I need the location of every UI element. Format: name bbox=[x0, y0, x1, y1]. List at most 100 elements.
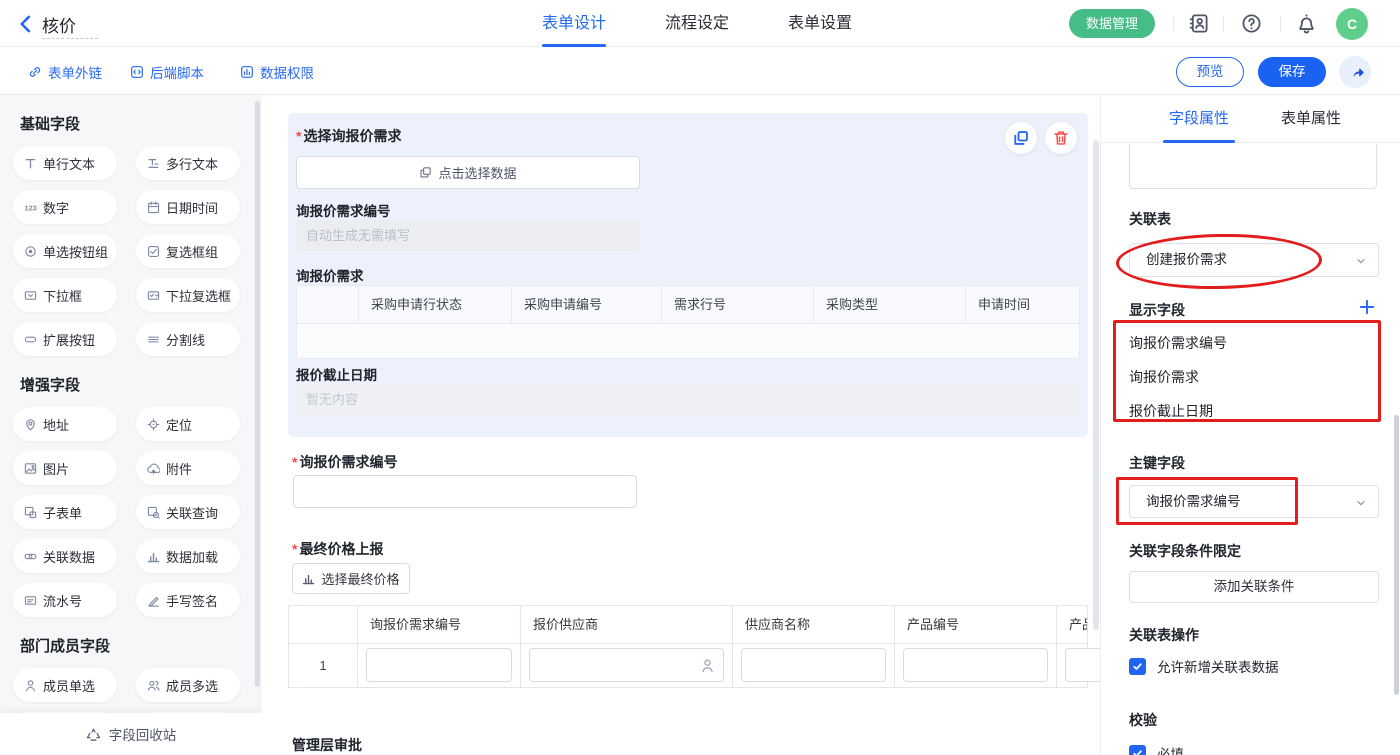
share-arrow-icon bbox=[1347, 64, 1364, 81]
field-title-input[interactable] bbox=[1129, 144, 1377, 189]
field-button-divider[interactable]: 分割线 bbox=[136, 322, 240, 356]
field-button-extend-button[interactable]: 扩展按钮 bbox=[13, 322, 117, 356]
cell-input[interactable] bbox=[1065, 648, 1100, 682]
help-icon[interactable] bbox=[1241, 13, 1262, 34]
single-text-icon bbox=[24, 157, 37, 170]
back-icon[interactable] bbox=[16, 14, 36, 34]
canvas-scrollbar[interactable] bbox=[1093, 140, 1099, 630]
copy-icon bbox=[1013, 130, 1029, 146]
tab-form-design[interactable]: 表单设计 bbox=[542, 0, 606, 47]
serial-input[interactable] bbox=[293, 475, 637, 508]
row-index-cell: 1 bbox=[289, 644, 358, 687]
selected-field-block[interactable]: *选择询报价需求 点击选择数据 询报价需求编号 自动生成无需填写 询报价需求 采… bbox=[288, 113, 1088, 437]
primary-key-select[interactable]: 询报价需求编号 bbox=[1129, 485, 1379, 518]
display-fields-label: 显示字段 bbox=[1129, 300, 1185, 320]
field-recycle-bin[interactable]: 字段回收站 bbox=[0, 713, 262, 755]
deadline-disabled-input: 暂无内容 bbox=[296, 384, 1080, 416]
final-price-table-row: 1 bbox=[289, 643, 1087, 687]
tab-form-properties[interactable]: 表单属性 bbox=[1281, 95, 1341, 143]
share-button[interactable] bbox=[1339, 56, 1371, 88]
display-field-item[interactable]: 报价截止日期 bbox=[1129, 401, 1213, 421]
field-button-member-single[interactable]: 成员单选 bbox=[13, 668, 117, 702]
field-button-select[interactable]: 下拉框 bbox=[13, 278, 117, 312]
cell-input-supplier[interactable] bbox=[529, 648, 724, 682]
display-field-item[interactable]: 询报价需求编号 bbox=[1129, 333, 1227, 353]
cell-input[interactable] bbox=[903, 648, 1048, 682]
script-icon bbox=[130, 65, 144, 79]
field-button-image[interactable]: 图片 bbox=[13, 451, 117, 485]
radio-icon bbox=[24, 245, 37, 258]
field-label-linked-data: *选择询报价需求 bbox=[296, 126, 401, 146]
link-data-icon bbox=[24, 550, 37, 563]
delete-field-button[interactable] bbox=[1045, 122, 1077, 154]
field-button-attachment[interactable]: 附件 bbox=[136, 451, 240, 485]
form-external-link[interactable]: 表单外链 bbox=[28, 61, 102, 83]
panel-scrollbar[interactable] bbox=[1394, 415, 1399, 695]
checkbox-icon bbox=[147, 245, 160, 258]
serial-icon bbox=[24, 594, 37, 607]
tab-field-properties[interactable]: 字段属性 bbox=[1169, 95, 1229, 143]
field-button-datetime[interactable]: 日期时间 bbox=[136, 190, 240, 224]
field-button-checkbox-group[interactable]: 复选框组 bbox=[136, 234, 240, 268]
field-button-multi-select[interactable]: 下拉复选框 bbox=[136, 278, 240, 312]
field-button-member-multi[interactable]: 成员多选 bbox=[136, 668, 240, 702]
pick-data-button[interactable]: 点击选择数据 bbox=[296, 156, 640, 189]
number-icon bbox=[24, 201, 37, 214]
notification-bell-icon[interactable] bbox=[1296, 13, 1317, 34]
property-panel-tabs: 字段属性 表单属性 bbox=[1101, 95, 1400, 143]
sidebar-scrollbar[interactable] bbox=[255, 101, 260, 687]
header-cell-checkbox bbox=[297, 286, 359, 323]
field-button-subform[interactable]: 子表单 bbox=[13, 495, 117, 529]
contacts-book-icon[interactable] bbox=[1188, 13, 1209, 34]
field-label-final-price: *最终价格上报 bbox=[292, 539, 383, 559]
field-button-serial-number[interactable]: 流水号 bbox=[13, 583, 117, 617]
serial-disabled-input: 自动生成无需填写 bbox=[296, 220, 640, 251]
field-button-signature[interactable]: 手写签名 bbox=[136, 583, 240, 617]
display-field-item[interactable]: 询报价需求 bbox=[1129, 367, 1199, 387]
data-manage-button[interactable]: 数据管理 bbox=[1069, 9, 1155, 38]
backend-script-link[interactable]: 后端脚本 bbox=[130, 61, 204, 83]
tab-flow-setting[interactable]: 流程设定 bbox=[665, 0, 729, 47]
chevron-down-icon bbox=[1354, 254, 1368, 268]
select-icon bbox=[24, 289, 37, 302]
pick-data-icon bbox=[419, 166, 432, 179]
field-button-number[interactable]: 数字 bbox=[13, 190, 117, 224]
field-button-multi-text[interactable]: 多行文本 bbox=[136, 146, 240, 180]
required-checkbox[interactable]: 必填 bbox=[1129, 743, 1184, 755]
tab-form-setting[interactable]: 表单设置 bbox=[788, 0, 852, 47]
link-icon bbox=[28, 65, 42, 79]
request-table-empty-row bbox=[297, 323, 1079, 358]
header-cell: 产品编号 bbox=[895, 606, 1057, 643]
field-button-data-load[interactable]: 数据加载 bbox=[136, 539, 240, 573]
field-button-address[interactable]: 地址 bbox=[13, 407, 117, 441]
add-condition-button[interactable]: 添加关联条件 bbox=[1129, 571, 1379, 603]
field-button-link-data[interactable]: 关联数据 bbox=[13, 539, 117, 573]
field-button-link-query[interactable]: 关联查询 bbox=[136, 495, 240, 529]
field-button-single-text[interactable]: 单行文本 bbox=[13, 146, 117, 180]
locate-icon bbox=[147, 418, 160, 431]
header-cell: 采购申请行状态 bbox=[359, 286, 512, 323]
calendar-icon bbox=[147, 201, 160, 214]
field-button-radio-group[interactable]: 单选按钮组 bbox=[13, 234, 117, 268]
save-button[interactable]: 保存 bbox=[1258, 57, 1326, 87]
table-cell bbox=[1057, 644, 1087, 687]
request-table: 采购申请行状态 采购申请编号 需求行号 采购类型 申请时间 bbox=[296, 285, 1080, 359]
table-cell bbox=[733, 644, 895, 687]
cell-input[interactable] bbox=[366, 648, 512, 682]
user-avatar[interactable]: C bbox=[1336, 8, 1368, 40]
chevron-down-icon bbox=[1354, 496, 1368, 510]
deadline-label: 报价截止日期 bbox=[296, 364, 377, 384]
data-permission-link[interactable]: 数据权限 bbox=[240, 61, 314, 83]
copy-field-button[interactable] bbox=[1005, 122, 1037, 154]
field-button-location[interactable]: 定位 bbox=[136, 407, 240, 441]
link-table-select[interactable]: 创建报价需求 bbox=[1129, 243, 1379, 277]
add-display-field-icon[interactable] bbox=[1358, 298, 1376, 316]
header-cell: 采购申请编号 bbox=[512, 286, 662, 323]
pick-final-price-button[interactable]: 选择最终价格 bbox=[292, 563, 410, 594]
recycle-icon bbox=[86, 727, 101, 742]
allow-add-linked-data-checkbox[interactable]: 允许新增关联表数据 bbox=[1129, 656, 1279, 676]
approval-section-label: 管理层审批 bbox=[292, 735, 362, 755]
preview-button[interactable]: 预览 bbox=[1176, 57, 1244, 87]
page-title[interactable]: 核价 bbox=[42, 12, 76, 37]
cell-input[interactable] bbox=[741, 648, 886, 682]
